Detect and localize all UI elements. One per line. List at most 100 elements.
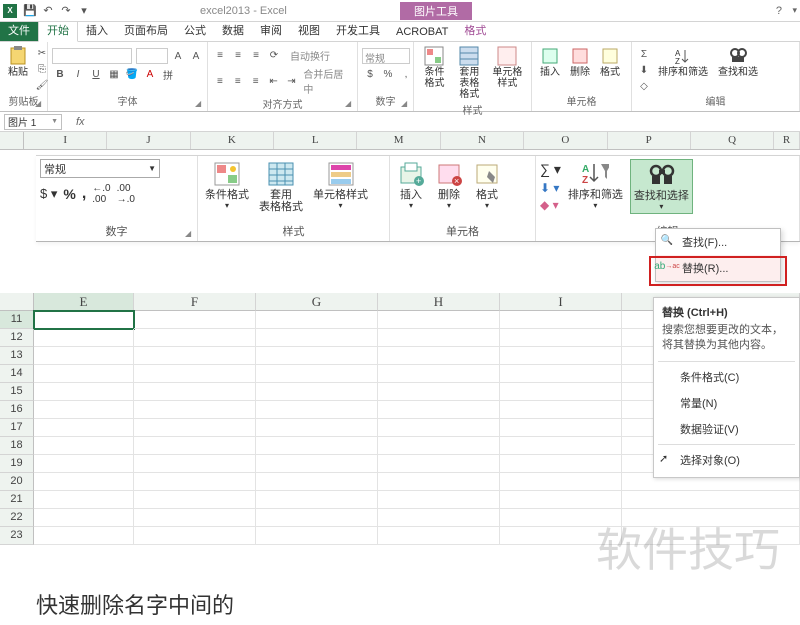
cell[interactable]: [500, 437, 622, 455]
save-icon[interactable]: 💾: [23, 4, 37, 18]
cell[interactable]: [134, 509, 256, 527]
align-right-icon[interactable]: ≡: [248, 74, 264, 88]
decrease-decimal-button[interactable]: .00→.0: [117, 183, 135, 205]
col-header-g[interactable]: G: [256, 293, 378, 311]
bold-button[interactable]: B: [52, 67, 68, 81]
col-header[interactable]: P: [608, 132, 691, 149]
cell[interactable]: [500, 311, 622, 329]
format-cells-button[interactable]: 格式: [596, 44, 624, 80]
tab-developer[interactable]: 开发工具: [328, 19, 388, 41]
cell[interactable]: [34, 419, 134, 437]
cell[interactable]: [500, 365, 622, 383]
number-launcher[interactable]: ◢: [185, 229, 195, 239]
cell[interactable]: [378, 509, 500, 527]
align-bottom-icon[interactable]: ≡: [248, 49, 264, 63]
number-format-select[interactable]: 常规: [362, 48, 410, 64]
cell[interactable]: [500, 455, 622, 473]
tab-page-layout[interactable]: 页面布局: [116, 19, 176, 41]
cell-styles-button[interactable]: 单元格样式▾: [310, 159, 371, 212]
font-family-select[interactable]: [52, 48, 132, 64]
menu-item-replace[interactable]: ab→ac 替换(R)...: [656, 255, 780, 281]
align-top-icon[interactable]: ≡: [212, 49, 228, 63]
cell[interactable]: [34, 311, 134, 329]
fx-label[interactable]: fx: [76, 116, 85, 128]
cell[interactable]: [500, 401, 622, 419]
cell[interactable]: [34, 347, 134, 365]
tab-view[interactable]: 视图: [290, 19, 328, 41]
cell[interactable]: [134, 347, 256, 365]
clipboard-launcher[interactable]: ◢: [35, 99, 45, 109]
cell[interactable]: [256, 455, 378, 473]
cell[interactable]: [256, 491, 378, 509]
tab-formulas[interactable]: 公式: [176, 19, 214, 41]
cell[interactable]: [256, 401, 378, 419]
col-header[interactable]: I: [24, 132, 107, 149]
qat-dropdown-icon[interactable]: ▾: [77, 4, 91, 18]
row-header[interactable]: 11: [0, 311, 34, 329]
cell[interactable]: [622, 491, 800, 509]
cell[interactable]: [34, 509, 134, 527]
cell[interactable]: [134, 491, 256, 509]
col-header-f[interactable]: F: [134, 293, 256, 311]
increase-font-icon[interactable]: A: [170, 49, 186, 63]
find-select-button[interactable]: 查找和选: [714, 44, 762, 80]
fill-icon[interactable]: ⬇: [636, 63, 652, 77]
col-header[interactable]: M: [357, 132, 440, 149]
tab-data[interactable]: 数据: [214, 19, 252, 41]
menu-item-cond-format[interactable]: 条件格式(C): [654, 364, 799, 390]
col-header-e[interactable]: E: [34, 293, 134, 311]
cell[interactable]: [378, 527, 500, 545]
row-header[interactable]: 12: [0, 329, 34, 347]
cell[interactable]: [34, 365, 134, 383]
tab-file[interactable]: 文件: [0, 19, 38, 41]
font-size-select[interactable]: [136, 48, 168, 64]
align-middle-icon[interactable]: ≡: [230, 49, 246, 63]
increase-decimal-button[interactable]: ←.0.00: [92, 183, 110, 205]
italic-button[interactable]: I: [70, 67, 86, 81]
cell[interactable]: [256, 419, 378, 437]
col-header-i[interactable]: I: [500, 293, 622, 311]
insert-button[interactable]: + 插入▾: [394, 159, 428, 212]
underline-button[interactable]: U: [88, 67, 104, 81]
autosum-icon[interactable]: Σ: [636, 47, 652, 61]
phonetic-button[interactable]: 拼: [160, 67, 176, 81]
row-header[interactable]: 15: [0, 383, 34, 401]
cell[interactable]: [500, 347, 622, 365]
percent-button[interactable]: %: [63, 186, 75, 202]
align-left-icon[interactable]: ≡: [212, 74, 228, 88]
cell[interactable]: [134, 419, 256, 437]
cell[interactable]: [134, 455, 256, 473]
cell[interactable]: [378, 419, 500, 437]
tab-format[interactable]: 格式: [456, 19, 494, 41]
cell[interactable]: [134, 365, 256, 383]
font-color-button[interactable]: A: [142, 67, 158, 81]
conditional-format-button[interactable]: 条件格式: [418, 44, 451, 91]
paste-button[interactable]: 粘贴: [4, 44, 32, 80]
cell[interactable]: [134, 473, 256, 491]
namebox-dropdown-icon[interactable]: ▼: [51, 118, 58, 125]
cell[interactable]: [256, 437, 378, 455]
menu-item-data-validation[interactable]: 数据验证(V): [654, 416, 799, 442]
comma-button[interactable]: ,: [82, 185, 86, 203]
number-format-select[interactable]: 常规 ▼: [40, 159, 160, 178]
col-header[interactable]: Q: [691, 132, 774, 149]
decrease-font-icon[interactable]: A: [188, 49, 204, 63]
border-button[interactable]: ▦: [106, 67, 122, 81]
align-launcher[interactable]: ◢: [345, 99, 355, 109]
currency-icon[interactable]: $: [362, 67, 378, 81]
cell[interactable]: [378, 365, 500, 383]
cell[interactable]: [256, 329, 378, 347]
cell[interactable]: [34, 491, 134, 509]
cell[interactable]: [500, 329, 622, 347]
select-all-corner[interactable]: [0, 132, 24, 149]
row-header[interactable]: 16: [0, 401, 34, 419]
col-header[interactable]: L: [274, 132, 357, 149]
cell[interactable]: [500, 527, 622, 545]
col-header[interactable]: K: [191, 132, 274, 149]
delete-cells-button[interactable]: 删除: [566, 44, 594, 80]
sort-filter-button[interactable]: AZ排序和筛选: [654, 44, 712, 80]
cell[interactable]: [378, 437, 500, 455]
cell[interactable]: [34, 455, 134, 473]
cell[interactable]: [34, 527, 134, 545]
autosum-button[interactable]: ∑ ▾: [540, 161, 561, 178]
